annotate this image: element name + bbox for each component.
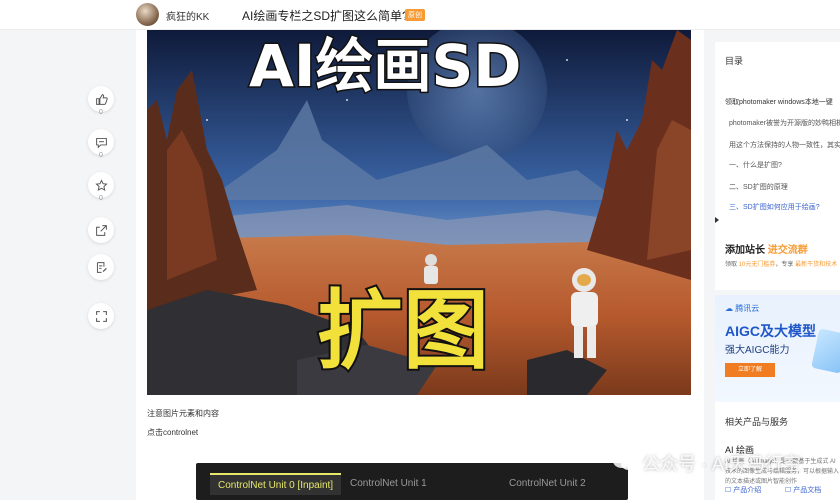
expand-icon xyxy=(95,310,107,322)
product-docs-link[interactable]: ☐ 产品文档 xyxy=(785,485,821,495)
original-badge: 原创 xyxy=(405,9,425,21)
thumbs-up-icon xyxy=(95,93,108,105)
star-icon xyxy=(94,178,108,191)
toc-item[interactable]: 领取photomaker windows本地一键 xyxy=(725,97,840,107)
top-bar: 疯狂的KK AI绘画专栏之SD扩图这么简单? 原创 xyxy=(0,0,840,30)
paragraph-caption: 点击controlnet xyxy=(147,428,199,437)
comment-icon xyxy=(95,137,107,149)
fullscreen-button[interactable] xyxy=(88,303,114,329)
join-group-subtitle: 领取 10元无门槛券，专享 最新干货和技术 xyxy=(725,262,838,268)
ad-subtitle: 强大AIGC能力 xyxy=(725,345,790,356)
toc-card: 目录 领取photomaker windows本地一键 photomaker被誉… xyxy=(715,42,840,242)
toc-item[interactable]: 二、SD扩图的原理 xyxy=(729,182,788,192)
toc-item-active[interactable]: 三、SD扩图如何应用于绘画? xyxy=(729,202,820,212)
hero-subtitle-text: 扩图 xyxy=(317,281,489,381)
toc-title: 目录 xyxy=(725,56,744,66)
controlnet-tab-1: ControlNet Unit 1 xyxy=(350,478,427,489)
comment-count: 0 xyxy=(99,152,103,159)
share-button[interactable] xyxy=(88,217,114,243)
ad-title: AIGC及大模型 xyxy=(725,323,816,339)
hero-title-text: AI绘画SD xyxy=(249,32,521,100)
article-body: AI绘画SD 扩图 注意图片元素和内容 点击controlnet Control… xyxy=(136,30,704,500)
share-icon xyxy=(95,224,107,236)
controlnet-tab-2: ControlNet Unit 2 xyxy=(509,478,586,489)
tencent-cloud-logo: ☁ 腾讯云 xyxy=(725,304,760,313)
author-avatar[interactable] xyxy=(136,3,159,26)
wechat-watermark: 公众号 · AI天马行空 xyxy=(642,454,802,474)
wechat-icon xyxy=(613,454,637,470)
ad-learn-more-button[interactable]: 立即了解 xyxy=(725,363,775,377)
hero-image: AI绘画SD 扩图 xyxy=(147,30,691,395)
favorite-count: 0 xyxy=(99,195,103,202)
join-group-title: 添加站长 进交流群 xyxy=(725,245,808,256)
author-name[interactable]: 疯狂的KK xyxy=(166,8,209,23)
product-intro-link[interactable]: ☐ 产品介绍 xyxy=(725,485,761,495)
edit-note-icon xyxy=(96,261,107,273)
like-count: 0 xyxy=(99,109,103,116)
right-sidebar: 目录 领取photomaker windows本地一键 photomaker被誉… xyxy=(715,30,840,500)
note-button[interactable] xyxy=(88,254,114,280)
article-title: AI绘画专栏之SD扩图这么简单? xyxy=(242,9,409,23)
tencent-cloud-ad[interactable]: ☁ 腾讯云 AIGC及大模型 强大AIGC能力 立即了解 xyxy=(715,295,840,407)
toc-item[interactable]: 用这个方法保持的人物一致性，其实 xyxy=(729,140,840,150)
toc-item[interactable]: 一、什么是扩图? xyxy=(729,160,782,170)
controlnet-tab-0: ControlNet Unit 0 [Inpaint] xyxy=(210,473,342,495)
join-group-card[interactable]: 添加站长 进交流群 领取 10元无门槛券，专享 最新干货和技术 xyxy=(715,230,840,290)
toc-active-marker-icon xyxy=(715,217,719,223)
controlnet-screenshot: ControlNet Unit 0 [Inpaint] ControlNet U… xyxy=(196,463,628,500)
toc-item[interactable]: photomaker被誉为开源版的妙鸭相机 xyxy=(729,118,840,128)
paragraph-caption: 注意图片元素和内容 xyxy=(147,409,219,418)
related-title: 相关产品与服务 xyxy=(725,417,789,427)
